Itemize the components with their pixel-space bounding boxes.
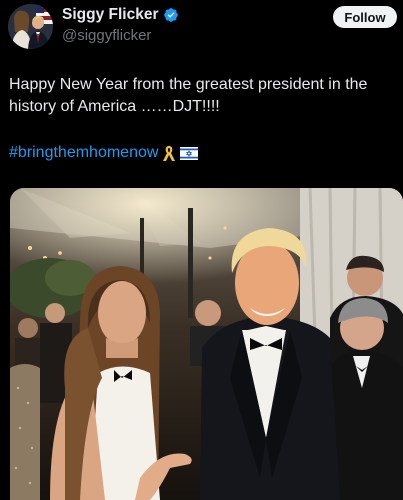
hashtag-row: #bringthemhomenow bbox=[9, 144, 199, 162]
avatar-photo bbox=[8, 4, 53, 49]
yellow-ribbon-icon bbox=[162, 144, 176, 162]
post-text: Happy New Year from the greatest preside… bbox=[9, 76, 368, 115]
verified-badge-icon bbox=[163, 7, 179, 23]
author-display-name[interactable]: Siggy Flicker bbox=[62, 6, 158, 24]
attached-photo bbox=[10, 188, 403, 500]
hashtag-link[interactable]: #bringthemhomenow bbox=[9, 144, 158, 162]
post-photo[interactable] bbox=[10, 188, 403, 500]
israel-flag-icon bbox=[180, 146, 199, 160]
follow-button[interactable]: Follow bbox=[333, 6, 397, 28]
author-handle[interactable]: @siggyflicker bbox=[62, 27, 151, 44]
post-card: Siggy Flicker @siggyflicker Follow Happy… bbox=[0, 0, 403, 500]
author-avatar[interactable] bbox=[8, 4, 53, 49]
author-name-row: Siggy Flicker bbox=[62, 6, 179, 24]
